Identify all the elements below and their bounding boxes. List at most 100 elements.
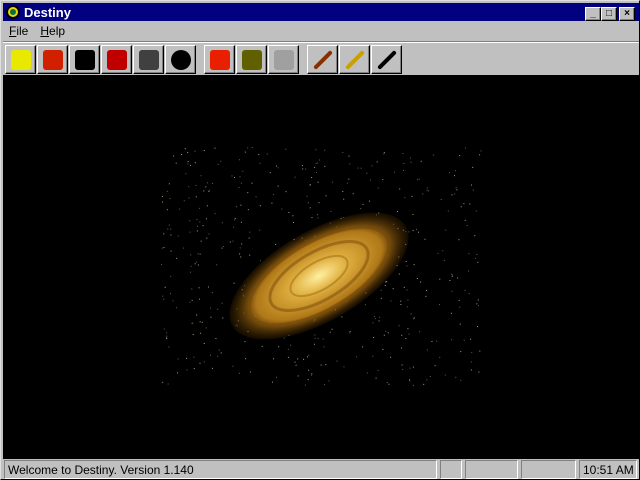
star [168, 346, 170, 348]
star [445, 229, 447, 231]
toolbar-button-smelting[interactable] [37, 45, 68, 74]
star [369, 179, 371, 181]
star [416, 228, 418, 230]
star [416, 179, 418, 181]
star [238, 372, 240, 374]
star [163, 328, 165, 330]
menu-bar: File Help [3, 22, 71, 40]
game-view[interactable] [3, 75, 639, 459]
star [184, 148, 186, 150]
maximize-button[interactable]: □ [601, 7, 617, 21]
star [455, 376, 457, 378]
star [401, 334, 403, 336]
toolbar-button-club[interactable] [307, 45, 338, 74]
toolbar-button-rapier[interactable] [371, 45, 402, 74]
star [163, 247, 165, 249]
star [408, 231, 410, 233]
star [244, 341, 246, 343]
star [476, 253, 478, 255]
toolbar-button-machine[interactable] [133, 45, 164, 74]
star [380, 297, 382, 299]
star [167, 383, 169, 385]
star [220, 352, 222, 354]
star [458, 239, 460, 241]
toolbar-button-road [268, 45, 299, 74]
star [186, 369, 188, 371]
star [170, 275, 172, 277]
star [278, 346, 280, 348]
star [383, 153, 385, 155]
star [426, 187, 428, 189]
star [208, 189, 210, 191]
star [413, 316, 415, 318]
star [449, 280, 451, 281]
toolbar-button-railroad[interactable] [236, 45, 267, 74]
star [240, 182, 242, 184]
galaxy-image [161, 147, 482, 386]
star [285, 148, 287, 150]
close-button[interactable]: × [619, 7, 635, 21]
star [380, 289, 382, 291]
star [317, 214, 319, 216]
star [331, 328, 333, 330]
star [407, 328, 409, 330]
toolbar-button-bomb[interactable] [165, 45, 196, 74]
star [176, 257, 178, 259]
menu-file[interactable]: File [3, 22, 34, 40]
star [197, 225, 199, 227]
star [407, 306, 409, 308]
star [220, 160, 222, 162]
star [463, 203, 465, 205]
toolbar-button-sword[interactable] [339, 45, 370, 74]
star [167, 228, 169, 230]
toolbar-button-temple[interactable] [5, 45, 36, 74]
star [477, 261, 479, 263]
star [405, 260, 407, 262]
star [193, 368, 195, 370]
minimize-button[interactable]: _ [585, 7, 601, 21]
road-icon [273, 49, 294, 70]
star [182, 247, 184, 249]
star [466, 224, 468, 226]
star [418, 231, 420, 233]
star [195, 184, 197, 186]
star [403, 286, 405, 288]
star [203, 342, 205, 344]
star [194, 162, 196, 164]
star [249, 254, 251, 256]
star [166, 338, 168, 340]
star [187, 163, 189, 165]
star [450, 312, 452, 314]
star [439, 304, 441, 306]
star [403, 163, 405, 165]
star [240, 256, 242, 258]
toolbar-button-anvil[interactable] [69, 45, 100, 74]
star [400, 300, 402, 302]
star [206, 237, 208, 239]
star [196, 314, 198, 316]
toolbar-button-forge[interactable] [101, 45, 132, 74]
star [208, 191, 210, 193]
star [458, 299, 460, 301]
star [455, 170, 457, 172]
app-icon [6, 5, 20, 19]
star [188, 197, 190, 199]
star [437, 252, 439, 254]
star [468, 270, 470, 272]
star [199, 253, 201, 255]
star [454, 175, 456, 177]
window-title: Destiny [24, 4, 71, 20]
temple-icon [10, 49, 31, 70]
star [412, 213, 414, 215]
star [199, 332, 201, 334]
star [205, 186, 207, 188]
menu-help[interactable]: Help [34, 22, 71, 40]
star [196, 219, 198, 221]
star [416, 277, 418, 279]
star [424, 238, 426, 240]
star [169, 198, 171, 200]
star [309, 184, 311, 186]
star [401, 347, 403, 349]
toolbar-button-explosion[interactable] [204, 45, 235, 74]
star [464, 219, 466, 221]
